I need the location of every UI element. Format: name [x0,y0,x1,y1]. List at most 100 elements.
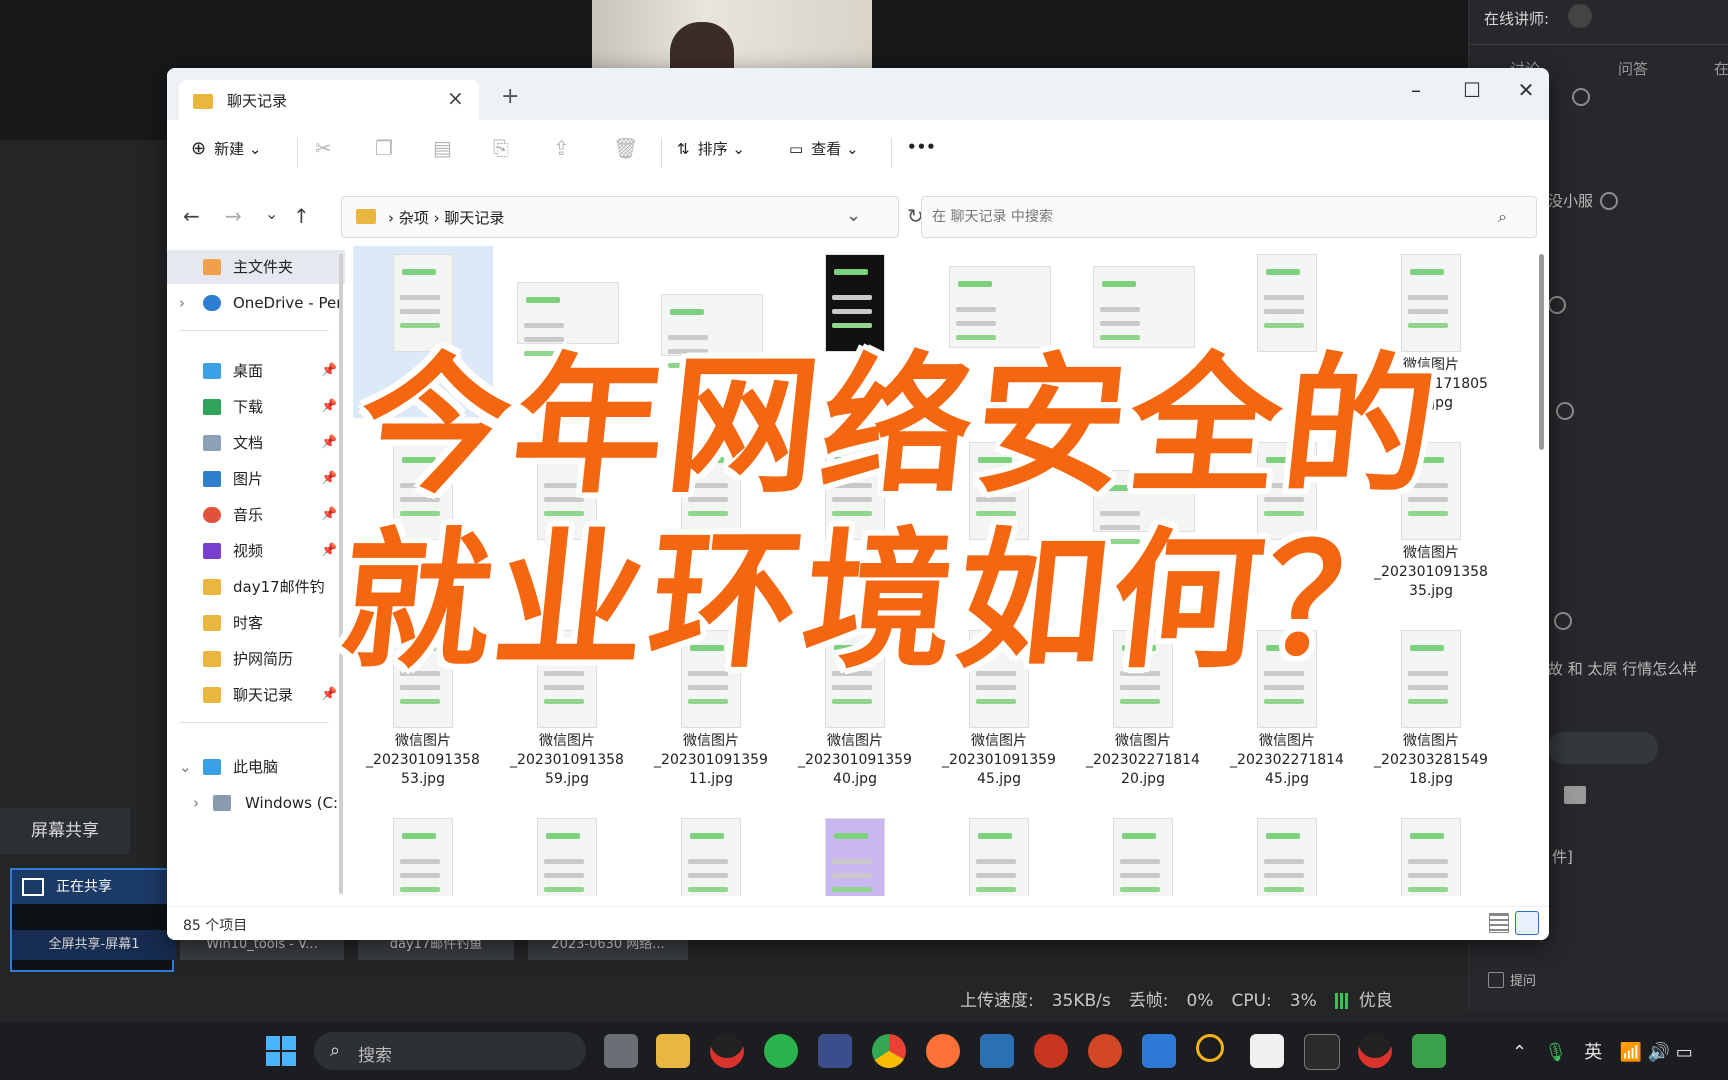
file-item[interactable] [497,810,637,896]
thumbnail-view-icon[interactable] [1515,911,1539,935]
chrome-icon[interactable] [872,1034,906,1068]
address-bar[interactable]: › 杂项 › 聊天记录 ⌄ [341,196,899,238]
tab-qa[interactable]: 问答 [1618,58,1648,79]
file-item[interactable] [1073,810,1213,896]
search-input[interactable] [922,197,1454,237]
file-explorer-icon[interactable] [656,1034,690,1068]
search-box[interactable]: ⌕ [921,196,1537,238]
recent-chevron-icon[interactable]: ⌄ [265,204,278,223]
sidebar-item-this-pc[interactable]: ⌄ 此电脑 [167,750,345,784]
share-icon[interactable]: ⇪ [553,136,570,160]
wechat-icon[interactable] [764,1034,798,1068]
search-tool-icon[interactable] [1196,1034,1224,1062]
share-source-thumb[interactable]: 全屏共享-屏幕1 [12,930,176,960]
copy-icon[interactable]: ❐ [375,136,393,160]
file-item[interactable] [1217,810,1357,896]
wifi-icon[interactable]: 📶 [1619,1042,1641,1063]
lecturer-avatar[interactable] [1568,4,1592,28]
search-icon[interactable]: ⌕ [1498,207,1507,227]
visio-icon[interactable] [818,1034,852,1068]
file-name: 微信图片 _202303281549 18.jpg [1374,733,1488,787]
folder-icon [203,687,221,703]
input-method[interactable]: 英 [1584,1042,1602,1063]
image-thumbnail [949,266,1051,348]
reaction-icon[interactable] [1572,88,1590,106]
powerpoint-icon[interactable] [1088,1034,1122,1068]
forward-arrow-icon[interactable]: → [225,204,242,228]
screen-share-tab[interactable]: 屏幕共享 [0,808,130,854]
reaction-icon[interactable] [1600,192,1618,210]
sidebar-item-label: 视频 [233,542,264,560]
explorer-tab[interactable]: 聊天记录 × [179,80,479,120]
app-icon[interactable] [1412,1034,1446,1068]
question-checkbox[interactable] [1488,972,1504,988]
image-thumbnail [1093,266,1195,348]
desktop-icon [203,363,221,379]
file-name: 微信图片 _202301091358 59.jpg [510,733,624,787]
close-window-button[interactable]: ✕ [1511,78,1541,102]
reaction-icon[interactable] [1554,612,1572,630]
breadcrumb-item[interactable]: 杂项 [399,209,429,227]
sidebar-item-home[interactable]: 主文件夹 [167,250,345,284]
file-item[interactable] [929,810,1069,896]
toolbar-divider [891,138,892,168]
battery-icon[interactable]: ▭ [1676,1042,1693,1063]
back-arrow-icon[interactable]: ← [183,204,200,228]
chevron-down-icon[interactable]: ⌄ [846,205,861,226]
windows-start-icon[interactable] [266,1036,296,1066]
music-icon [203,507,221,523]
drive-icon [213,795,231,811]
details-view-icon[interactable] [1489,913,1509,933]
rename-icon[interactable]: ⎘ [493,136,509,160]
qq-icon[interactable] [1358,1034,1392,1068]
typora-icon[interactable] [1250,1034,1284,1068]
headline-line: 今年网络安全的 [351,340,1448,514]
file-item[interactable] [785,810,925,896]
minimize-button[interactable]: – [1401,78,1431,102]
virtual-machine-icon[interactable] [980,1034,1014,1068]
maximize-button[interactable]: ☐ [1457,78,1487,102]
location-chip[interactable] [1548,732,1658,764]
terminal-icon[interactable] [1304,1034,1340,1070]
new-button[interactable]: ⊕ 新建 ⌄ [191,138,261,159]
chevron-down-icon[interactable]: ⌄ [179,750,192,784]
image-thumbnail [393,254,453,352]
close-tab-icon[interactable]: × [447,86,464,110]
new-tab-button[interactable]: + [501,84,519,109]
paste-icon[interactable]: ▤ [433,136,452,160]
file-name: 微信图片 _202301091359 11.jpg [654,733,768,787]
chevron-up-icon[interactable]: ⌃ [1512,1042,1527,1063]
reaction-icon[interactable] [1556,402,1574,420]
microphone-icon[interactable]: 🎙 [1544,1042,1567,1063]
taskbar-search[interactable]: ⌕ 搜索 [314,1032,586,1070]
sidebar-item-drive-c[interactable]: › Windows (C:) [167,786,345,820]
chevron-right-icon[interactable]: › [193,786,199,820]
file-item[interactable] [1361,810,1501,896]
cut-icon[interactable]: ✂ [315,136,332,160]
breadcrumb-item[interactable]: 聊天记录 [444,209,504,227]
chevron-right-icon[interactable]: › [179,286,185,320]
task-view-icon[interactable] [604,1034,638,1068]
sort-button[interactable]: ⇅ 排序 ⌄ [677,138,745,159]
view-button[interactable]: ▭ 查看 ⌄ [789,138,859,159]
file-grid-scrollbar[interactable] [1539,254,1544,450]
lecturer-label: 在线讲师: [1484,10,1550,28]
file-item[interactable] [353,810,493,896]
sidebar-item-label: 时客 [233,614,264,632]
reaction-icon[interactable] [1548,296,1566,314]
app-icon[interactable] [1142,1034,1176,1068]
monitor-icon [22,878,44,896]
command-bar: ⊕ 新建 ⌄ ✂ ❐ ▤ ⎘ ⇪ 🗑 ⇅ 排序 ⌄ ▭ 查看 ⌄ ••• [167,120,1549,185]
folder-icon[interactable] [1564,786,1586,804]
more-options-button[interactable]: ••• [907,138,936,156]
file-item[interactable] [641,810,781,896]
firefox-icon[interactable] [926,1034,960,1068]
tab-more[interactable]: 在 [1714,58,1728,79]
snail-app-icon[interactable] [1034,1034,1068,1068]
up-arrow-icon[interactable]: ↑ [293,204,310,228]
delete-icon[interactable]: 🗑 [613,136,638,160]
qq-icon[interactable] [710,1034,744,1068]
file-name: 微信图片 _202301091359 40.jpg [798,733,912,787]
volume-icon[interactable]: 🔊 [1648,1042,1670,1063]
sidebar-item-onedrive[interactable]: › OneDrive - Per [167,286,345,320]
